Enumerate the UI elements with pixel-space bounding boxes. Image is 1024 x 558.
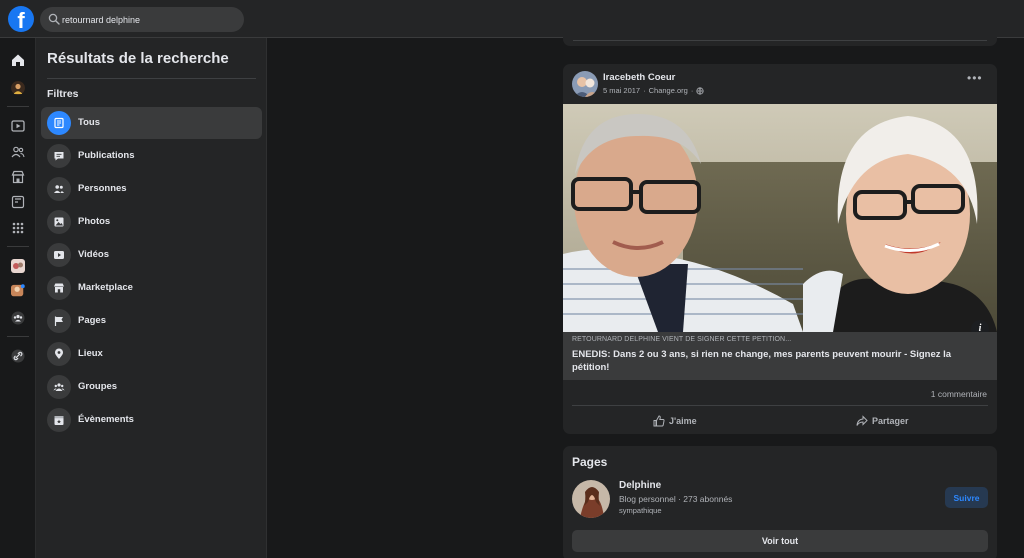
groups-icon[interactable] — [8, 308, 28, 328]
page-avatar[interactable] — [572, 480, 610, 518]
follow-button[interactable]: Suivre — [945, 487, 988, 508]
filter-photos[interactable]: Photos — [41, 206, 262, 238]
filter-videos[interactable]: Vidéos — [41, 239, 262, 271]
link-caption: RETOURNARD DELPHINE VIENT DE SIGNER CETT… — [572, 336, 792, 343]
share-button[interactable]: Partager — [856, 414, 909, 428]
shortcut-avatar-2[interactable] — [8, 281, 28, 301]
post-photo[interactable]: i — [563, 104, 997, 332]
section-title: Pages — [572, 455, 608, 469]
filter-label: Groupes — [78, 381, 118, 392]
profile-avatar[interactable] — [8, 78, 28, 98]
divider — [573, 40, 987, 41]
like-label: J'aime — [669, 416, 697, 426]
facebook-logo[interactable]: f — [8, 6, 34, 32]
photos-icon — [47, 210, 71, 234]
posts-icon — [47, 144, 71, 168]
filter-label: Marketplace — [78, 282, 133, 293]
author-avatar[interactable] — [572, 71, 598, 97]
info-icon[interactable]: i — [971, 320, 989, 332]
page-title: Résultats de la recherche — [47, 50, 229, 67]
share-icon — [856, 415, 868, 426]
divider — [572, 405, 988, 406]
comments-count[interactable]: 1 commentaire — [931, 389, 987, 399]
link-title[interactable]: ENEDIS: Dans 2 ou 3 ans, si rien ne chan… — [572, 348, 982, 374]
link-icon[interactable] — [8, 346, 28, 366]
filter-label: Personnes — [78, 183, 127, 194]
pages-results-card: Pages Delphine Blog personnel · 273 abon… — [563, 446, 997, 558]
post-card: Iracebeth Coeur 5 mai 2017 · Change.org … — [563, 64, 997, 434]
filter-groups[interactable]: Groupes — [41, 371, 262, 403]
filter-label: Photos — [78, 216, 111, 227]
divider — [47, 78, 256, 79]
filter-label: Évènements — [78, 414, 134, 425]
marketplace-icon — [47, 276, 71, 300]
filter-label: Publications — [78, 150, 135, 161]
share-label: Partager — [872, 416, 909, 426]
filter-pages[interactable]: Pages — [41, 305, 262, 337]
groups-icon — [47, 375, 71, 399]
meta-separator: · — [643, 86, 646, 95]
search-box[interactable] — [40, 7, 244, 32]
filter-all[interactable]: Tous — [41, 107, 262, 139]
search-filters-panel: Résultats de la recherche Filtres Tous P… — [36, 38, 267, 558]
search-icon — [48, 13, 60, 25]
shortcut-avatar-1[interactable] — [8, 256, 28, 276]
home-icon[interactable] — [8, 50, 28, 70]
previous-result-card — [563, 30, 997, 46]
thumbs-up-icon — [653, 415, 665, 427]
meta-separator: · — [690, 86, 694, 95]
filter-label: Tous — [78, 117, 100, 128]
marketplace-icon[interactable] — [8, 167, 28, 187]
filter-people[interactable]: Personnes — [41, 173, 262, 205]
people-icon — [47, 177, 71, 201]
watch-icon[interactable] — [8, 116, 28, 136]
couple-photo — [563, 104, 997, 332]
flag-icon — [47, 309, 71, 333]
shortcut-rail — [0, 38, 36, 558]
post-meta: 5 mai 2017 · Change.org · — [603, 86, 704, 95]
filter-events[interactable]: Évènements — [41, 404, 262, 436]
post-author[interactable]: Iracebeth Coeur — [603, 72, 675, 83]
like-button[interactable]: J'aime — [653, 414, 697, 428]
filter-places[interactable]: Lieux — [41, 338, 262, 370]
post-source[interactable]: Change.org — [649, 86, 688, 95]
post-date[interactable]: 5 mai 2017 — [603, 86, 640, 95]
calendar-icon — [47, 408, 71, 432]
page-description: Blog personnel · 273 abonnés — [619, 494, 733, 504]
apps-grid-icon[interactable] — [8, 218, 28, 238]
see-all-button[interactable]: Voir tout — [572, 530, 988, 552]
filter-label: Lieux — [78, 348, 103, 359]
friends-icon[interactable] — [8, 142, 28, 162]
page-name[interactable]: Delphine — [619, 480, 661, 491]
pages-icon[interactable] — [8, 192, 28, 212]
link-preview[interactable]: RETOURNARD DELPHINE VIENT DE SIGNER CETT… — [563, 332, 997, 380]
all-results-icon — [47, 111, 71, 135]
videos-icon — [47, 243, 71, 267]
more-options-icon[interactable]: ••• — [967, 72, 983, 84]
page-tagline: sympathique — [619, 506, 662, 515]
filter-label: Vidéos — [78, 249, 109, 260]
filters-heading: Filtres — [47, 88, 79, 100]
globe-icon — [696, 86, 704, 95]
filter-label: Pages — [78, 315, 106, 326]
location-pin-icon — [47, 342, 71, 366]
filter-posts[interactable]: Publications — [41, 140, 262, 172]
search-input[interactable] — [62, 7, 238, 32]
filter-marketplace[interactable]: Marketplace — [41, 272, 262, 304]
